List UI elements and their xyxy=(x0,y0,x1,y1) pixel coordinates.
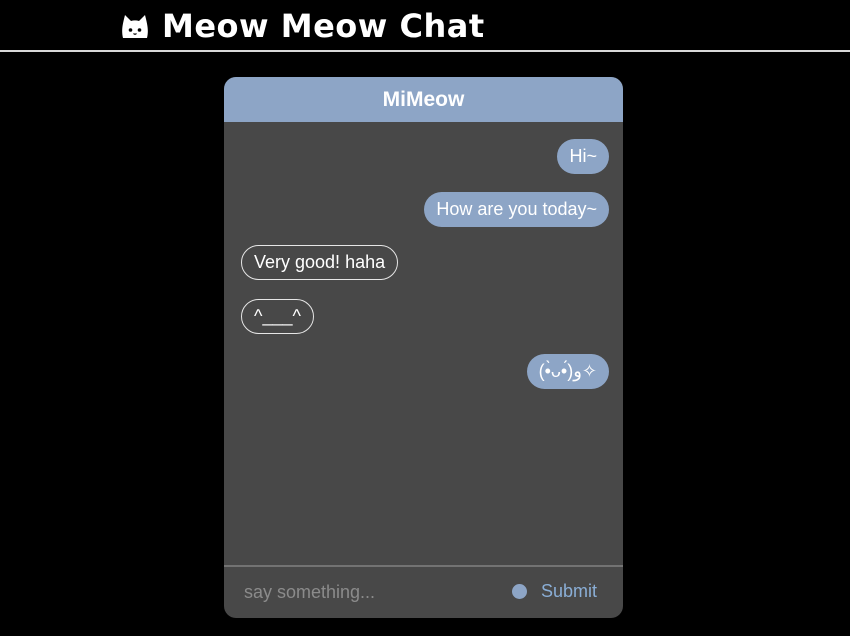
status-dot-icon xyxy=(512,584,527,599)
message-list[interactable]: Hi~ How are you today~ Very good! haha ^… xyxy=(224,122,623,565)
outgoing-message: (•̀ᴗ•́)و✧ xyxy=(526,354,609,389)
incoming-message: Very good! haha xyxy=(241,245,399,280)
cat-face-icon xyxy=(122,15,148,38)
chat-panel: MiMeow Hi~ How are you today~ Very good!… xyxy=(224,77,623,618)
message-composer: Submit xyxy=(224,565,623,618)
top-bar: Meow Meow Chat xyxy=(0,0,850,52)
app-title: Meow Meow Chat xyxy=(162,7,485,45)
brand[interactable]: Meow Meow Chat xyxy=(120,6,485,46)
outgoing-message: How are you today~ xyxy=(424,192,609,227)
message-input[interactable] xyxy=(244,577,484,607)
incoming-message: ^___^ xyxy=(241,299,314,334)
outgoing-message: Hi~ xyxy=(557,139,609,174)
contact-name: MiMeow xyxy=(382,87,465,111)
chat-header: MiMeow xyxy=(224,77,623,122)
submit-button[interactable]: Submit xyxy=(534,575,604,607)
